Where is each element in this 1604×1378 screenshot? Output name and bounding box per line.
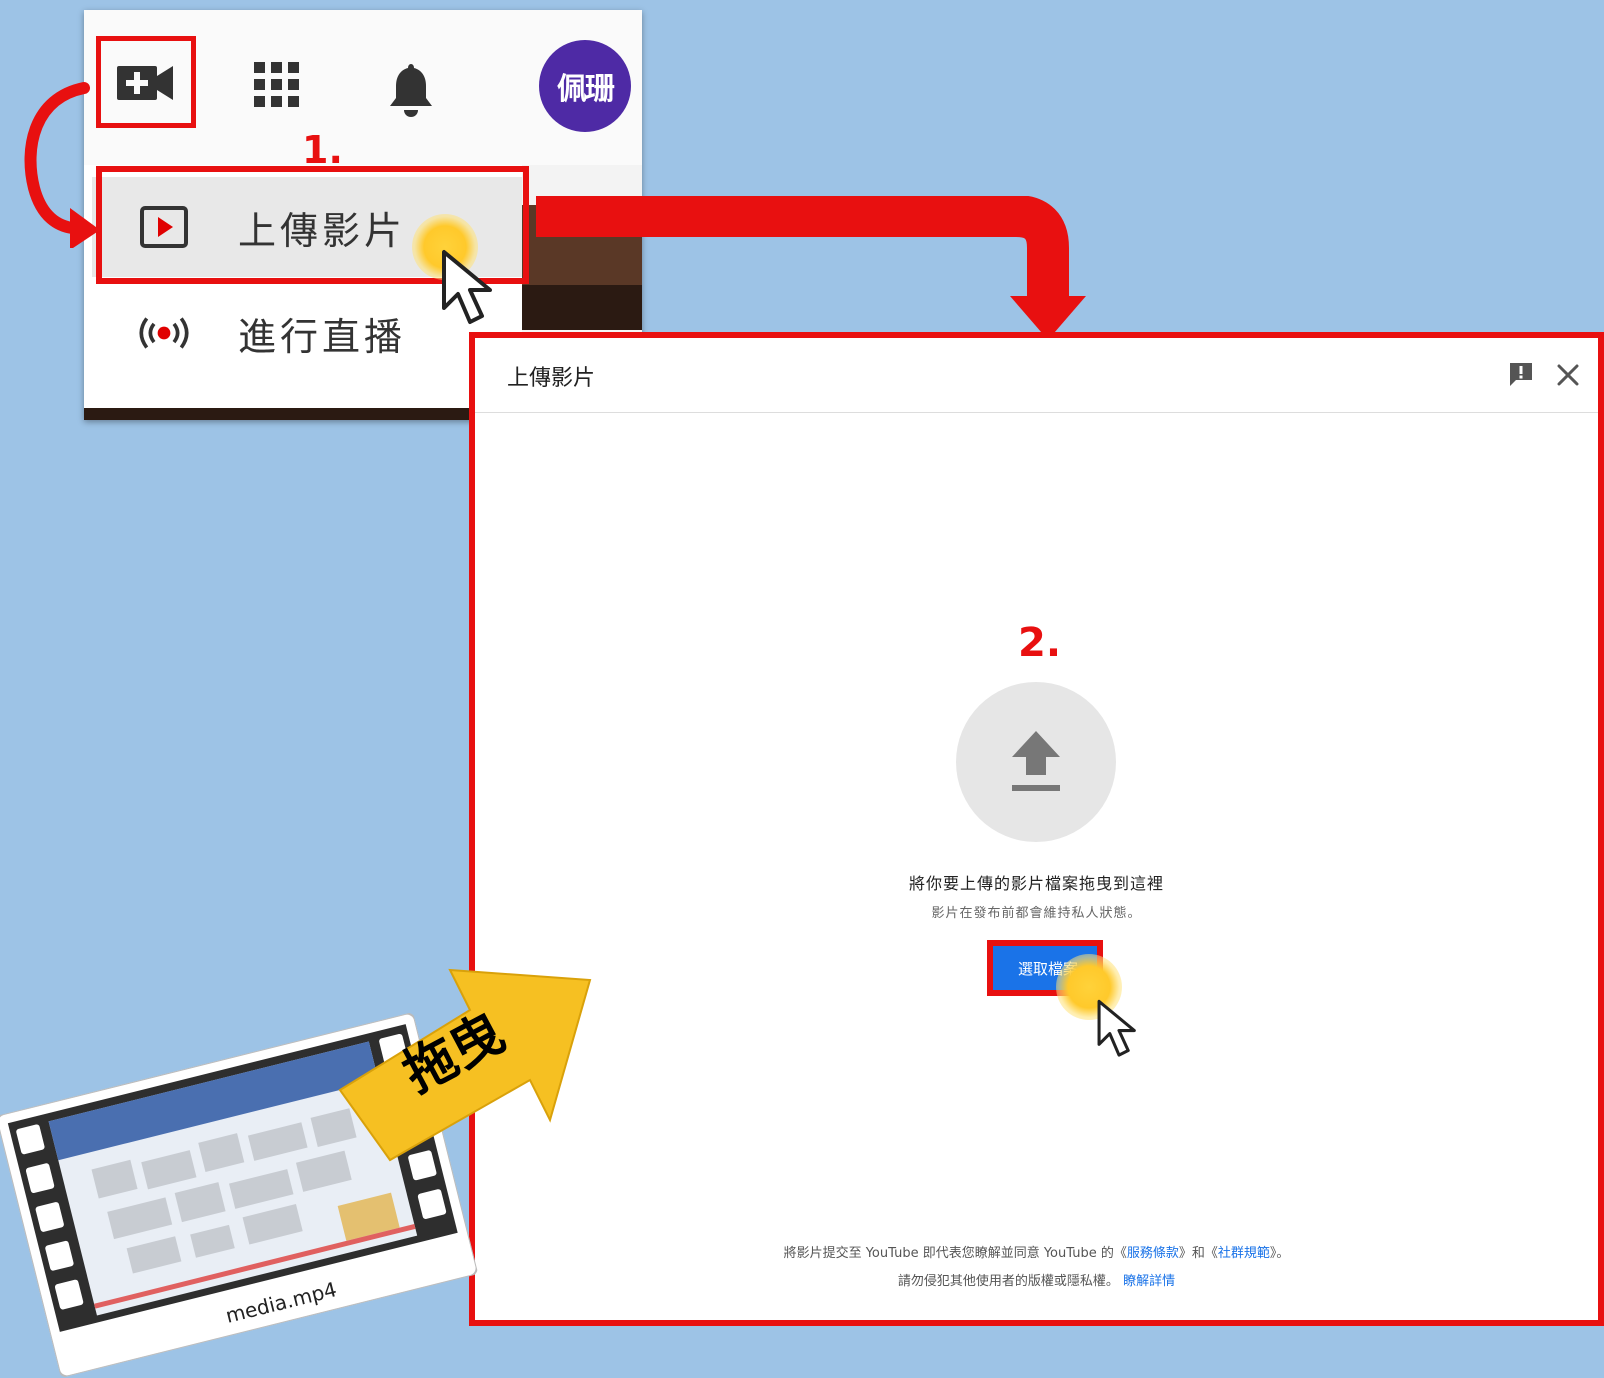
apps-grid-icon[interactable] — [254, 62, 300, 108]
user-avatar[interactable]: 佩珊 — [539, 40, 631, 132]
privacy-note-text: 影片在發布前都會維持私人狀態。 — [931, 906, 1142, 921]
dialog-header: 上傳影片 — [475, 338, 1598, 413]
menu-item-live-label: 進行直播 — [238, 314, 407, 359]
copyright-notice: 請勿侵犯其他使用者的版權或隱私權。 瞭解詳情 — [475, 1270, 1598, 1289]
terms-prefix: 將影片提交至 YouTube 即代表您瞭解並同意 YouTube 的《 — [783, 1246, 1127, 1261]
terms-text: 將影片提交至 YouTube 即代表您瞭解並同意 YouTube 的《服務條款》… — [475, 1242, 1598, 1261]
cursor-pointer-icon — [1097, 999, 1136, 1057]
notifications-bell-icon[interactable] — [388, 62, 434, 118]
video-camera-add-icon — [117, 66, 173, 100]
terms-suffix: 》。 — [1269, 1246, 1290, 1261]
feedback-icon[interactable] — [1507, 360, 1535, 388]
close-icon[interactable] — [1553, 360, 1583, 390]
terms-of-service-link[interactable]: 服務條款 — [1127, 1246, 1179, 1261]
step-1-label: 1. — [302, 128, 343, 172]
copyright-text: 請勿侵犯其他使用者的版權或隱私權。 — [897, 1274, 1119, 1289]
red-elbow-arrow — [536, 196, 1086, 340]
upload-arrow-icon — [1012, 731, 1060, 791]
upload-drop-zone[interactable] — [956, 682, 1116, 842]
upload-video-dialog: 上傳影片 將你要上傳的影片檔案拖曳到這裡 影片在發布前都會維持私人狀態。 選取檔… — [469, 332, 1604, 1326]
step-2-label: 2. — [1018, 620, 1062, 666]
community-guidelines-link[interactable]: 社群規範 — [1218, 1246, 1270, 1261]
dialog-title: 上傳影片 — [507, 366, 596, 391]
terms-mid: 》和《 — [1178, 1246, 1218, 1261]
live-broadcast-icon — [134, 308, 194, 358]
drop-instruction-text: 將你要上傳的影片檔案拖曳到這裡 — [908, 874, 1164, 893]
learn-more-link[interactable]: 瞭解詳情 — [1123, 1274, 1175, 1289]
cursor-pointer-icon — [442, 250, 492, 324]
